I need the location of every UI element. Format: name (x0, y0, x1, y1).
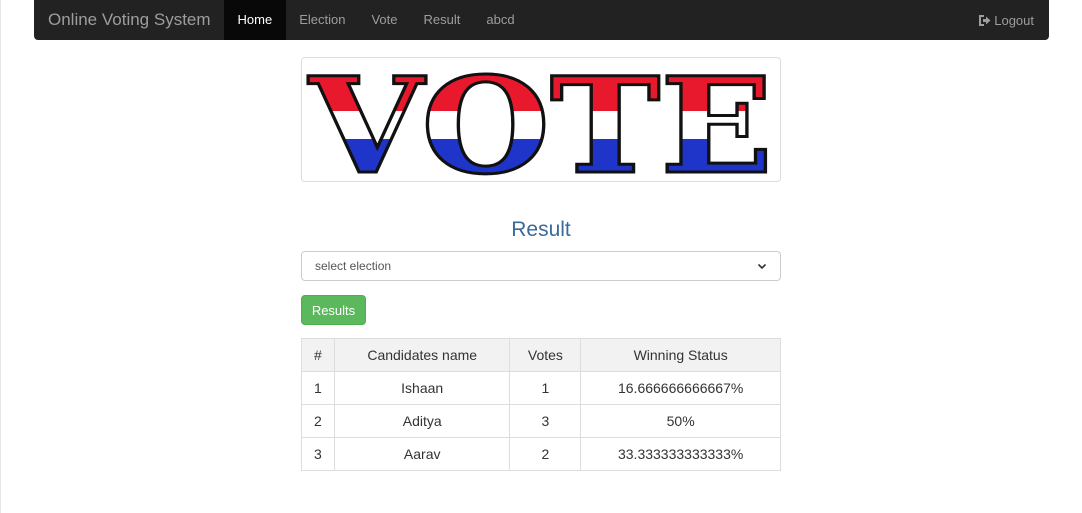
brand-link[interactable]: Online Voting System (34, 0, 224, 40)
table-row: 2 Aditya 3 50% (301, 404, 781, 438)
vote-count: 1 (509, 371, 582, 405)
header-number: # (301, 338, 335, 372)
candidate-name: Ishaan (333, 371, 511, 405)
page-edge (0, 0, 1, 513)
table-header-row: # Candidates name Votes Winning Status (301, 338, 781, 372)
winning-status: 16.666666666667% (580, 371, 781, 405)
header-winning-status: Winning Status (580, 338, 781, 372)
table-row: 1 Ishaan 1 16.666666666667% (301, 371, 781, 405)
header-votes: Votes (509, 338, 582, 372)
row-number: 1 (301, 371, 335, 405)
election-select[interactable]: select election (301, 251, 781, 281)
candidate-name: Aditya (333, 404, 511, 438)
nav-vote[interactable]: Vote (358, 0, 410, 40)
nav-home[interactable]: Home (223, 0, 287, 40)
nav-abcd[interactable]: abcd (473, 0, 527, 40)
logout-icon (979, 14, 991, 26)
header-candidate-name: Candidates name (333, 338, 511, 372)
results-button[interactable]: Results (301, 295, 366, 325)
winning-status: 33.333333333333% (580, 437, 781, 471)
logout-label: Logout (994, 12, 1034, 28)
top-navbar: Online Voting System Home Election Vote … (34, 0, 1049, 40)
vote-count: 2 (509, 437, 582, 471)
result-heading: Result (511, 218, 571, 241)
vote-count: 3 (509, 404, 582, 438)
row-number: 3 (301, 437, 335, 471)
candidate-name: Aarav (333, 437, 511, 471)
results-table: # Candidates name Votes Winning Status 1… (301, 338, 781, 471)
vote-logo-text: VOTE (308, 58, 773, 181)
chevron-down-icon (757, 263, 767, 270)
election-select-value: select election (315, 259, 392, 273)
table-row: 3 Aarav 2 33.333333333333% (301, 437, 781, 471)
nav-election[interactable]: Election (286, 0, 358, 40)
vote-banner-image: VOTE (301, 57, 781, 182)
nav-result[interactable]: Result (411, 0, 474, 40)
vote-logo: VOTE (306, 58, 774, 181)
winning-status: 50% (580, 404, 781, 438)
row-number: 2 (301, 404, 335, 438)
logout-link[interactable]: Logout (978, 13, 1049, 28)
